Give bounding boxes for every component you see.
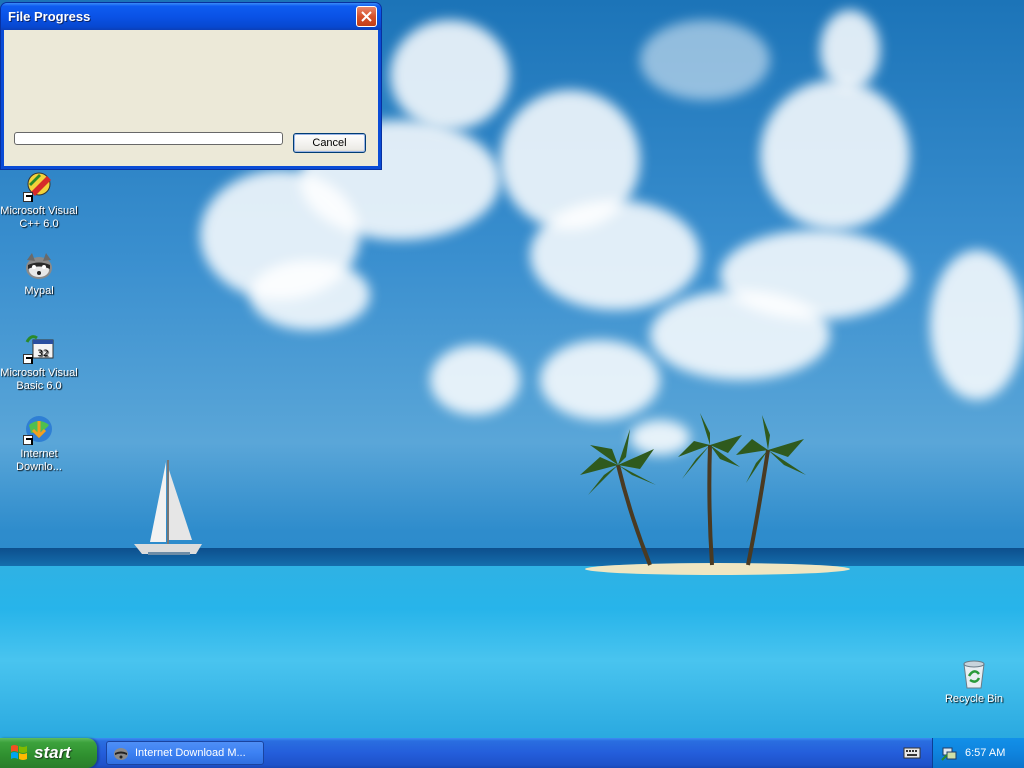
visual-cpp-icon — [23, 170, 55, 202]
cancel-button[interactable]: Cancel — [293, 133, 366, 153]
recycle-bin-icon — [958, 658, 990, 690]
desktop-icon-recycle-bin[interactable]: Recycle Bin — [935, 658, 1013, 706]
start-label: start — [34, 743, 71, 762]
progress-bar — [14, 132, 283, 145]
desktop-icon-label: Mypal — [24, 285, 54, 297]
taskbar: start Internet Download M... 6:57 AM — [0, 738, 1024, 768]
desktop-icon-label: Recycle Bin — [944, 693, 1004, 705]
visual-basic-icon: 32 — [23, 332, 55, 364]
start-button[interactable]: start — [0, 738, 97, 768]
dialog-titlebar[interactable]: File Progress — [1, 3, 381, 30]
svg-text:32: 32 — [37, 349, 48, 359]
close-button[interactable] — [356, 6, 377, 27]
clock[interactable]: 6:57 AM — [965, 747, 1005, 759]
network-icon[interactable] — [941, 745, 957, 761]
desktop-icon-label: Microsoft Visual Basic 6.0 — [0, 367, 78, 392]
desktop-icon-label: Microsoft Visual C++ 6.0 — [0, 205, 78, 230]
desktop-icon-internet-download-manager[interactable]: Internet Downlo... — [0, 413, 78, 474]
dialog-body: Cancel — [4, 30, 378, 166]
desktop[interactable]: Microsoft Visual C++ 6.0 Mypal 32 Micros… — [0, 0, 1024, 738]
taskbar-button-internet-download-manager[interactable]: Internet Download M... — [106, 741, 264, 765]
internet-download-manager-icon — [23, 413, 55, 445]
file-progress-dialog[interactable]: File Progress Cancel — [0, 2, 382, 170]
windows-logo-icon — [11, 745, 27, 760]
desktop-icon-mypal[interactable]: Mypal — [0, 250, 78, 298]
taskbar-button-label: Internet Download M... — [135, 747, 246, 759]
desktop-icon-visual-basic[interactable]: 32 Microsoft Visual Basic 6.0 — [0, 332, 78, 393]
dialog-title: File Progress — [8, 9, 91, 24]
mypal-small-icon — [114, 748, 128, 760]
mypal-icon — [23, 250, 55, 282]
system-tray: 6:57 AM — [932, 738, 1024, 768]
desktop-icon-label: Internet Downlo... — [16, 448, 62, 473]
desktop-icon-visual-cpp[interactable]: Microsoft Visual C++ 6.0 — [0, 170, 78, 231]
keyboard-icon[interactable] — [903, 746, 921, 760]
close-icon — [361, 11, 372, 22]
